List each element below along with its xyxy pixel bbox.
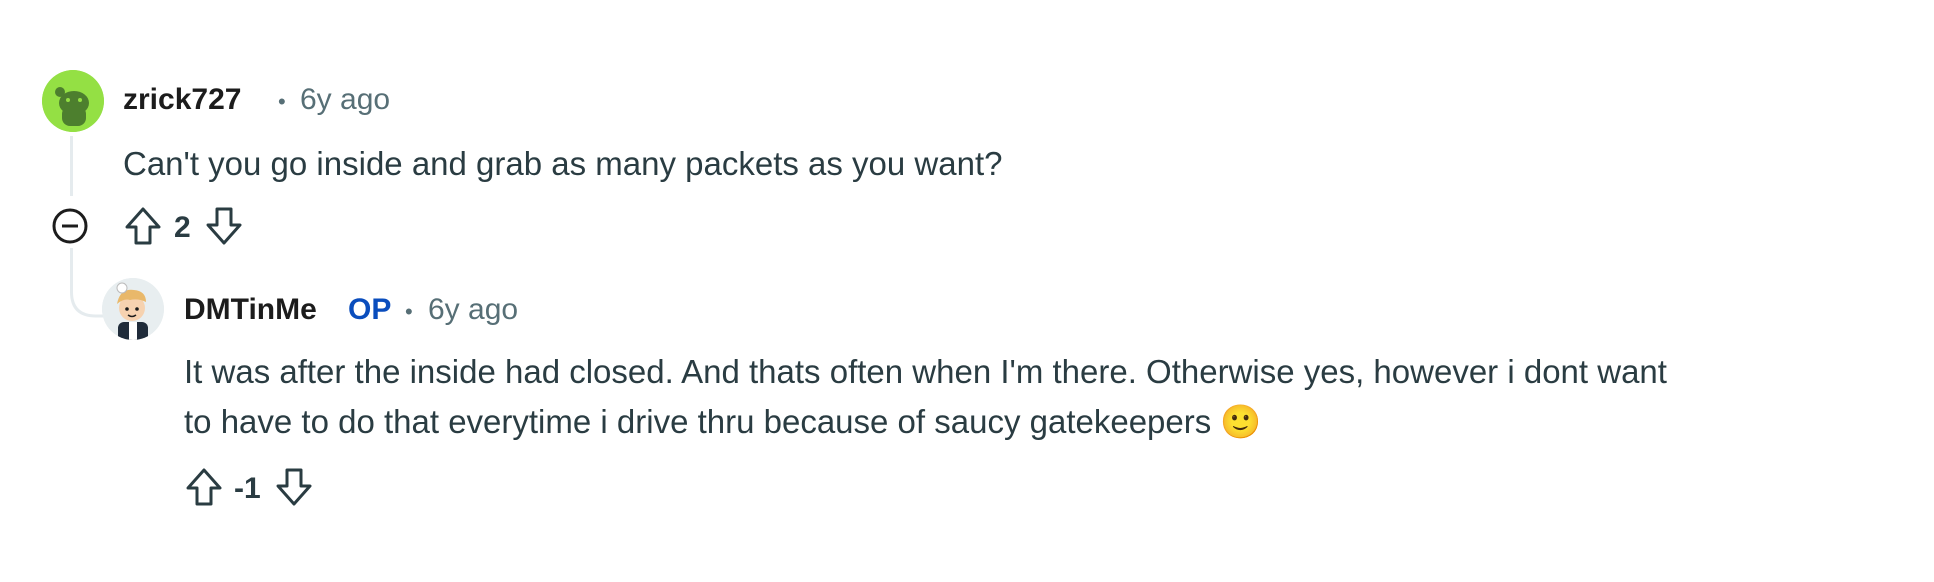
comment-body-line-1: It was after the inside had closed. And … <box>184 353 1667 390</box>
downvote-arrow-icon <box>206 207 242 245</box>
upvote-button[interactable] <box>122 205 164 247</box>
downvote-button[interactable] <box>203 205 245 247</box>
downvote-arrow-icon <box>276 468 312 506</box>
user-avatar-icon <box>102 278 164 340</box>
thread-line[interactable] <box>70 136 73 196</box>
avatar-dmtinme[interactable] <box>102 278 164 340</box>
avatar-zrick727[interactable] <box>42 70 104 132</box>
comment-timestamp[interactable]: 6y ago <box>428 292 518 328</box>
meta-separator: • <box>405 299 413 324</box>
upvote-button[interactable] <box>183 466 225 508</box>
op-badge: OP <box>348 293 392 326</box>
downvote-button[interactable] <box>273 466 315 508</box>
comment-body: Can't you go inside and grab as many pac… <box>123 145 1003 182</box>
reddit-snoo-avatar-icon <box>42 70 104 132</box>
vote-count: -1 <box>234 472 261 505</box>
comment-timestamp[interactable]: 6y ago <box>300 82 390 118</box>
comment-username[interactable]: zrick727 <box>123 82 241 118</box>
vote-count: 2 <box>174 211 191 244</box>
upvote-arrow-icon <box>125 207 161 245</box>
collapse-thread-button[interactable] <box>50 206 90 246</box>
comment-body-line-2: to have to do that everytime i drive thr… <box>184 403 1262 440</box>
meta-separator: • <box>278 89 286 114</box>
upvote-arrow-icon <box>186 468 222 506</box>
comment-username[interactable]: DMTinMe <box>184 292 317 328</box>
collapse-thread-icon <box>52 208 88 244</box>
